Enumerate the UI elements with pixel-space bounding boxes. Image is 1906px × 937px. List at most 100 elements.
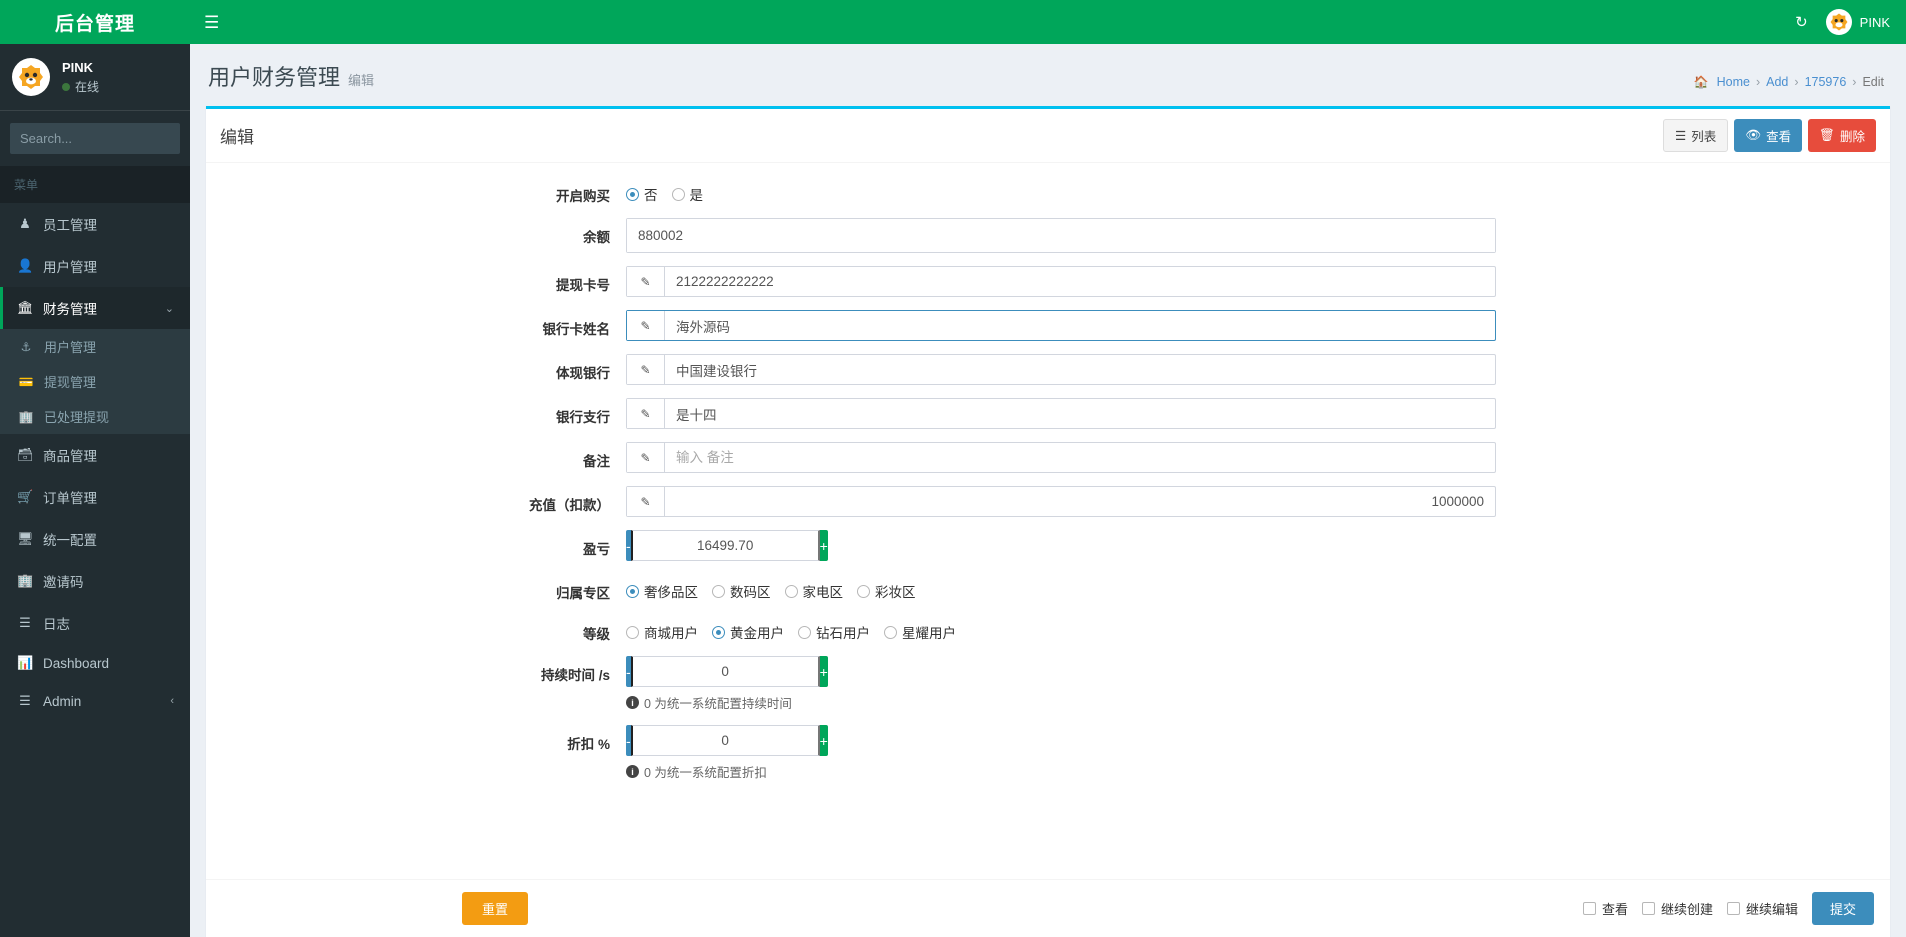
view-button[interactable]: 👁 查看 — [1734, 119, 1803, 152]
list-icon: ☰ — [19, 693, 31, 708]
reset-button[interactable]: 重置 — [462, 892, 529, 925]
radio-indicator — [712, 584, 725, 598]
sidebar-item-config[interactable]: 🖥 统一配置 — [0, 518, 190, 560]
sidebar-subitem-label: 已处理提现 — [44, 410, 110, 425]
radio-zone-digital[interactable]: 数码区 — [712, 581, 771, 601]
sidebar-item-finance[interactable]: 🏛 财务管理 ⌄ — [0, 287, 190, 329]
recharge-input-wrap: ✎ — [626, 486, 1496, 517]
sidebar-submenu-finance: ⚓ 用户管理 💳 提现管理 🏢 已处理提现 — [0, 329, 190, 434]
sidebar-item-orders[interactable]: 🛒 订单管理 — [0, 476, 190, 518]
checkbox-continue-edit[interactable]: 继续编辑 — [1726, 899, 1798, 918]
breadcrumb: 🏠 Home › Add › 175976 › Edit — [1694, 75, 1884, 92]
bank-input[interactable] — [665, 355, 1495, 384]
delete-button-label: 删除 — [1839, 130, 1865, 144]
field-label: 提现卡号 — [556, 278, 610, 293]
topbar-user[interactable]: PINK — [1825, 9, 1890, 35]
sidebar-item-admin[interactable]: ☰ Admin ‹ — [0, 682, 190, 720]
sidebar-search[interactable]: 🔍 — [10, 123, 233, 154]
sidebar-subitem-processed-withdraw[interactable]: 🏢 已处理提现 — [0, 399, 190, 434]
radio-level-gold[interactable]: 黄金用户 — [712, 622, 784, 642]
radio-indicator — [626, 187, 639, 201]
checkbox-view[interactable]: 查看 — [1582, 899, 1628, 918]
radio-enable-buy-yes[interactable]: 是 — [671, 184, 703, 204]
breadcrumb-add[interactable]: Add — [1766, 75, 1788, 89]
duration-input[interactable] — [630, 656, 820, 687]
field-row-discount: 折扣 % - + i 0 为统一系统配置折扣 — [206, 725, 1890, 781]
radio-level-diamond[interactable]: 钻石用户 — [798, 622, 870, 642]
menu-toggle-icon[interactable]: ☰ — [204, 14, 219, 31]
radio-zone-luxury[interactable]: 奢侈品区 — [626, 581, 698, 601]
profit-input[interactable] — [630, 530, 820, 561]
breadcrumb-edit: Edit — [1862, 75, 1884, 89]
duration-increment-button[interactable]: + — [819, 656, 828, 687]
discount-hint: i 0 为统一系统配置折扣 — [626, 762, 1496, 781]
sidebar-user-status: 在线 — [62, 78, 99, 96]
app-logo[interactable]: 后台管理 — [0, 0, 190, 44]
checkbox-label: 查看 — [1601, 902, 1628, 917]
radio-level-star[interactable]: 星耀用户 — [884, 622, 956, 642]
field-row-bank: 体现银行 ✎ — [206, 354, 1890, 385]
sidebar-subitem-label: 提现管理 — [44, 375, 97, 390]
sidebar-item-label: 统一配置 — [43, 533, 97, 548]
breadcrumb-separator: › — [1794, 75, 1799, 89]
recharge-input[interactable] — [665, 487, 1495, 516]
radio-label: 否 — [644, 188, 658, 203]
field-row-card-name: 银行卡姓名 ✎ — [206, 310, 1890, 341]
avatar — [1825, 9, 1852, 35]
field-control: 否 是 — [626, 177, 1496, 204]
list-icon: ☰ — [19, 615, 31, 630]
card-icon: 💳 — [18, 374, 34, 389]
card-name-input-wrap: ✎ — [626, 310, 1496, 341]
radio-zone-appliance[interactable]: 家电区 — [784, 581, 843, 601]
field-row-recharge: 充值（扣款） ✎ — [206, 486, 1890, 517]
sidebar-item-users[interactable]: 👤 用户管理 — [0, 245, 190, 287]
sidebar-item-dashboard[interactable]: 📊 Dashboard — [0, 644, 190, 682]
card-title: 编辑 — [220, 128, 254, 147]
radio-indicator — [798, 625, 811, 639]
radio-label: 星耀用户 — [902, 626, 956, 641]
topbar: ☰ ↻ PINK — [190, 0, 1906, 44]
search-input[interactable] — [10, 131, 206, 146]
field-label: 盈亏 — [583, 542, 610, 557]
sidebar-item-staff[interactable]: ♟ 员工管理 — [0, 203, 190, 245]
balance-input[interactable] — [627, 219, 1495, 252]
withdraw-card-input[interactable] — [665, 267, 1495, 296]
radio-enable-buy-no[interactable]: 否 — [626, 184, 658, 204]
radio-label: 黄金用户 — [730, 626, 784, 641]
delete-button[interactable]: 🗑 删除 — [1808, 119, 1876, 152]
sidebar-item-label: 订单管理 — [43, 491, 97, 506]
list-button[interactable]: ☰ 列表 — [1662, 119, 1729, 152]
refresh-icon[interactable]: ↻ — [1795, 13, 1808, 31]
profit-increment-button[interactable]: + — [819, 530, 828, 561]
field-control: - + — [626, 530, 1496, 561]
pencil-icon: ✎ — [627, 443, 665, 472]
submit-button[interactable]: 提交 — [1811, 892, 1874, 925]
field-row-zone: 归属专区 奢侈品区 数码区 家电区 彩妆区 — [206, 574, 1890, 602]
sidebar-subitem-user-finance[interactable]: ⚓ 用户管理 — [0, 329, 190, 364]
branch-input[interactable] — [665, 399, 1495, 428]
card-name-input[interactable] — [665, 311, 1495, 340]
discount-input[interactable] — [630, 725, 820, 756]
breadcrumb-home[interactable]: Home — [1717, 75, 1750, 89]
person-icon: ♟ — [19, 216, 31, 231]
radio-label: 数码区 — [730, 585, 771, 600]
page-title: 用户财务管理 — [208, 65, 341, 90]
radio-zone-cosmetics[interactable]: 彩妆区 — [857, 581, 916, 601]
checkbox-continue-create[interactable]: 继续创建 — [1641, 899, 1713, 918]
radio-level-mall[interactable]: 商城用户 — [626, 622, 698, 642]
remark-input[interactable] — [665, 443, 1495, 472]
sidebar-item-goods[interactable]: 🗃 商品管理 — [0, 434, 190, 476]
topbar-right: ↻ PINK — [1795, 9, 1890, 35]
discount-increment-button[interactable]: + — [819, 725, 828, 756]
discount-hint-text: 0 为统一系统配置折扣 — [644, 766, 767, 780]
sidebar: 后台管理 PINK 在线 Search... 菜单 ♟ 员工管理 👤 用户管理 … — [0, 0, 233, 937]
field-label: 归属专区 — [556, 586, 610, 601]
radio-indicator — [712, 625, 725, 639]
sidebar-item-invite-code[interactable]: 🏢 邀请码 — [0, 560, 190, 602]
sidebar-subitem-withdraw[interactable]: 💳 提现管理 — [0, 364, 190, 399]
building-icon: 🏢 — [17, 573, 34, 588]
sidebar-subitem-label: 用户管理 — [44, 340, 97, 355]
app-root: 后台管理 PINK 在线 Search... 菜单 ♟ 员工管理 👤 用户管理 … — [0, 0, 1906, 937]
sidebar-item-logs[interactable]: ☰ 日志 — [0, 602, 190, 644]
breadcrumb-record-id[interactable]: 175976 — [1805, 75, 1847, 89]
